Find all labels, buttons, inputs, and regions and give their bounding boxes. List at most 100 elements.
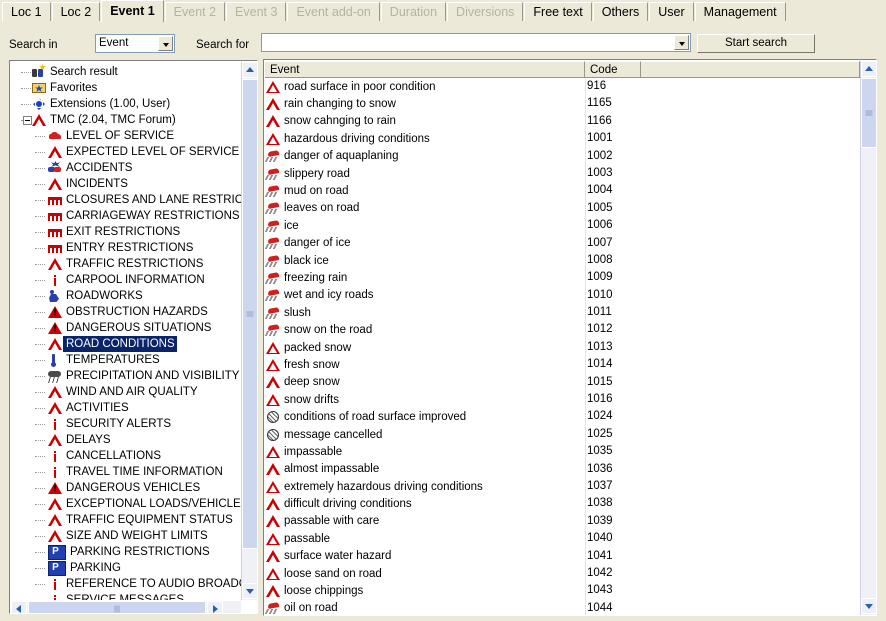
tab-event-3: Event 3 — [226, 2, 287, 22]
table-row[interactable]: extremely hazardous driving conditions 10… — [265, 478, 860, 495]
table-row[interactable]: almost impassable 1036 — [265, 461, 860, 478]
tree-item-activities[interactable]: ACTIVITIES — [11, 400, 241, 416]
tree-item-reference-to-audio-broadc[interactable]: REFERENCE TO AUDIO BROADC — [11, 576, 241, 592]
chevron-down-icon[interactable] — [674, 35, 689, 50]
event-name-cell: surface water hazard — [284, 550, 392, 563]
tab-user[interactable]: User — [649, 2, 694, 22]
table-row[interactable]: conditions of road surface improved 1024 — [265, 408, 860, 425]
tree-vertical-scrollbar[interactable] — [241, 62, 257, 600]
tree-scroll-left-button[interactable] — [11, 601, 27, 613]
table-row[interactable]: snow drifts 1016 — [265, 391, 860, 408]
table-row[interactable]: fresh snow 1014 — [265, 356, 860, 373]
tree-item-closures-and-lane-restrict[interactable]: CLOSURES AND LANE RESTRICT — [11, 192, 241, 208]
tree-scroll-right-button[interactable] — [207, 601, 223, 613]
tree-item-cancellations[interactable]: CANCELLATIONS — [11, 448, 241, 464]
tree-item-precipitation-and-visibility[interactable]: PRECIPITATION AND VISIBILITY — [11, 368, 241, 384]
tree-item-exit-restrictions[interactable]: EXIT RESTRICTIONS — [11, 224, 241, 240]
tree-scroll-up-button[interactable] — [242, 62, 257, 78]
tree-hscrollbar-thumb[interactable] — [28, 601, 206, 613]
tree-item-dangerous-vehicles[interactable]: DANGEROUS VEHICLES — [11, 480, 241, 496]
tree-item-label: DANGEROUS SITUATIONS — [66, 322, 212, 334]
table-row[interactable]: deep snow 1015 — [265, 374, 860, 391]
table-row[interactable]: snow on the road 1012 — [265, 321, 860, 338]
event-code-cell: 1165 — [587, 97, 612, 110]
tab-free-text[interactable]: Free text — [524, 2, 592, 22]
tree-item-carriageway-restrictions[interactable]: CARRIAGEWAY RESTRICTIONS — [11, 208, 241, 224]
tree-item-search-result[interactable]: Search result — [11, 64, 241, 80]
tab-management[interactable]: Management — [694, 2, 786, 22]
event-code-cell: 1035 — [587, 445, 613, 458]
tree-item-travel-time-information[interactable]: TRAVEL TIME INFORMATION — [11, 464, 241, 480]
tree-item-delays[interactable]: DELAYS — [11, 432, 241, 448]
tree-item-carpool-information[interactable]: CARPOOL INFORMATION — [11, 272, 241, 288]
table-row[interactable]: message cancelled 1025 — [265, 426, 860, 443]
table-row[interactable]: slush 1011 — [265, 304, 860, 321]
table-row[interactable]: slippery road 1003 — [265, 165, 860, 182]
list-scroll-down-button[interactable] — [861, 598, 876, 614]
tree-item-favorites[interactable]: Favorites — [11, 80, 241, 96]
tab-diversions: Diversions — [447, 2, 524, 22]
tree-item-exceptional-loads-vehicles[interactable]: EXCEPTIONAL LOADS/VEHICLES — [11, 496, 241, 512]
tab-others[interactable]: Others — [592, 2, 649, 22]
table-row[interactable]: danger of aquaplaning 1002 — [265, 148, 860, 165]
column-header-code[interactable]: Code — [585, 61, 641, 78]
tree-item-roadworks[interactable]: ROADWORKS — [11, 288, 241, 304]
tree-item-parking[interactable]: PARKING — [11, 560, 241, 576]
tree-item-service-messages[interactable]: SERVICE MESSAGES — [11, 592, 241, 600]
search-for-combobox[interactable] — [261, 33, 691, 52]
tree-item-temperatures[interactable]: TEMPERATURES — [11, 352, 241, 368]
tree-item-entry-restrictions[interactable]: ENTRY RESTRICTIONS — [11, 240, 241, 256]
tree-item-extensions-1-00-user-[interactable]: Extensions (1.00, User) — [11, 96, 241, 112]
table-row[interactable]: passable 1040 — [265, 530, 860, 547]
table-row[interactable]: danger of ice 1007 — [265, 235, 860, 252]
table-row[interactable]: ice 1006 — [265, 217, 860, 234]
tree-item-size-and-weight-limits[interactable]: SIZE AND WEIGHT LIMITS — [11, 528, 241, 544]
table-row[interactable]: surface water hazard 1041 — [265, 548, 860, 565]
table-row[interactable]: hazardous driving conditions 1001 — [265, 130, 860, 147]
tab-loc-2[interactable]: Loc 2 — [51, 2, 101, 22]
tree-scrollbar-thumb[interactable] — [242, 79, 257, 549]
table-row[interactable]: leaves on road 1005 — [265, 200, 860, 217]
tree-item-obstruction-hazards[interactable]: OBSTRUCTION HAZARDS — [11, 304, 241, 320]
tree-item-expected-level-of-service[interactable]: EXPECTED LEVEL OF SERVICE — [11, 144, 241, 160]
tree-item-wind-and-air-quality[interactable]: WIND AND AIR QUALITY — [11, 384, 241, 400]
table-row[interactable]: snow cahnging to rain 1166 — [265, 113, 860, 130]
table-row[interactable]: mud on road 1004 — [265, 182, 860, 199]
table-row[interactable]: loose chippings 1043 — [265, 582, 860, 599]
start-search-button[interactable]: Start search — [697, 34, 815, 53]
search-in-dropdown[interactable]: Event — [95, 34, 175, 53]
tree-item-road-conditions[interactable]: ROAD CONDITIONS — [11, 336, 241, 352]
tree-item-dangerous-situations[interactable]: DANGEROUS SITUATIONS — [11, 320, 241, 336]
tree-item-parking-restrictions[interactable]: PARKING RESTRICTIONS — [11, 544, 241, 560]
table-row[interactable]: road surface in poor condition 916 — [265, 78, 860, 95]
tree-item-traffic-restrictions[interactable]: TRAFFIC RESTRICTIONS — [11, 256, 241, 272]
table-row[interactable]: packed snow 1013 — [265, 339, 860, 356]
tree-item-tmc-2-04-tmc-forum-[interactable]: TMC (2.04, TMC Forum) — [11, 112, 241, 128]
tree-item-label: SIZE AND WEIGHT LIMITS — [66, 530, 208, 542]
table-row[interactable]: loose sand on road 1042 — [265, 565, 860, 582]
list-scrollbar-thumb[interactable] — [861, 78, 876, 148]
table-row[interactable]: wet and icy roads 1010 — [265, 287, 860, 304]
table-row[interactable]: freezing rain 1009 — [265, 269, 860, 286]
arrow-up-icon — [246, 67, 254, 72]
table-row[interactable]: impassable 1035 — [265, 443, 860, 460]
tree-scroll-down-button[interactable] — [242, 583, 257, 599]
tree-horizontal-scrollbar[interactable] — [11, 601, 241, 613]
tree-item-traffic-equipment-status[interactable]: TRAFFIC EQUIPMENT STATUS — [11, 512, 241, 528]
tab-loc-1[interactable]: Loc 1 — [2, 2, 51, 22]
table-row[interactable]: black ice 1008 — [265, 252, 860, 269]
tab-event-1[interactable]: Event 1 — [101, 0, 164, 22]
list-vertical-scrollbar[interactable] — [860, 61, 876, 615]
table-row[interactable]: difficult driving conditions 1038 — [265, 495, 860, 512]
table-row[interactable]: oil on road 1044 — [265, 600, 860, 615]
tree-item-level-of-service[interactable]: LEVEL OF SERVICE — [11, 128, 241, 144]
tree-item-incidents[interactable]: INCIDENTS — [11, 176, 241, 192]
table-row[interactable]: rain changing to snow 1165 — [265, 95, 860, 112]
event-code-cell: 1004 — [587, 184, 613, 197]
tree-item-security-alerts[interactable]: SECURITY ALERTS — [11, 416, 241, 432]
chevron-down-icon[interactable] — [158, 36, 173, 51]
tree-item-accidents[interactable]: ACCIDENTS — [11, 160, 241, 176]
table-row[interactable]: passable with care 1039 — [265, 513, 860, 530]
list-scroll-up-button[interactable] — [861, 61, 876, 77]
column-header-event[interactable]: Event — [265, 61, 585, 78]
